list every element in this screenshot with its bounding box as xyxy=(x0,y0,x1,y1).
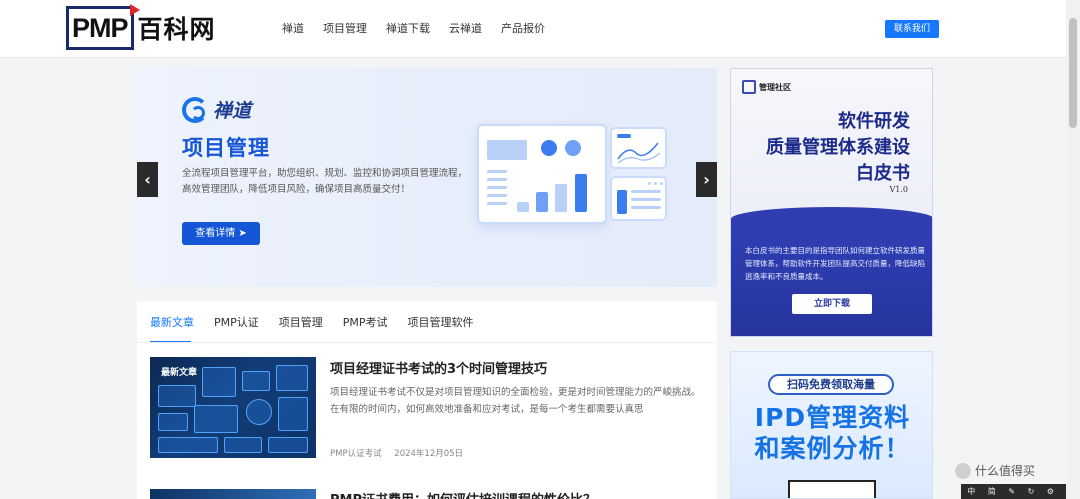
illustration-list-card xyxy=(610,176,667,221)
post-title[interactable]: 项目经理证书考试的3个时间管理技巧 xyxy=(330,358,547,377)
watermark-logo-icon xyxy=(955,462,971,479)
banner-title: 项目管理 xyxy=(182,136,270,160)
post-thumbnail-2[interactable] xyxy=(150,489,316,499)
nav-item-cloud[interactable]: 云禅道 xyxy=(449,20,482,38)
tab-pmp-cert[interactable]: PMP认证 xyxy=(214,314,259,343)
toolbar-simplified-button[interactable]: 简 xyxy=(988,486,996,497)
whitepaper-title-line2: 质量管理体系建设 xyxy=(766,137,910,158)
contact-us-button[interactable]: 联系我们 xyxy=(885,20,939,38)
community-logo-icon xyxy=(742,80,756,94)
toolbar-refresh-icon[interactable]: ↻ xyxy=(1028,487,1035,496)
carousel-prev-button[interactable]: ‹ xyxy=(137,162,158,197)
nav-item-project-management[interactable]: 项目管理 xyxy=(323,20,367,38)
ipd-resources-ad[interactable]: 扫码免费领取海量 IPD管理资料 和案例分析！ xyxy=(730,351,933,499)
download-now-button[interactable]: 立即下载 xyxy=(792,294,872,314)
illustration-line-card xyxy=(610,127,667,169)
banner-brand-logo: 禅道 xyxy=(182,96,251,123)
watermark-text: 什么值得买 xyxy=(975,464,1036,478)
whitepaper-title-line3: 白皮书 xyxy=(856,163,910,184)
banner-description: 全流程项目管理平台，助您组织、规划、监控和协调项目管理流程，高效管理团队，降低项… xyxy=(182,168,468,195)
view-details-button[interactable]: 查看详情 ➤ xyxy=(182,222,260,245)
ad-community-logo: 管理社区 xyxy=(742,80,791,94)
toolbar-settings-icon[interactable]: ⚙ xyxy=(1047,487,1054,496)
toolbar-lang-button[interactable]: 中 xyxy=(967,486,975,497)
post-thumbnail[interactable]: 最新文章 xyxy=(150,357,316,458)
logo-flag-icon xyxy=(129,3,140,16)
whitepaper-title: 软件研发 质量管理体系建设 白皮书 xyxy=(766,109,910,187)
post-excerpt: 项目经理证书考试不仅是对项目管理知识的全面检验，更是对时间管理能力的严峻挑战。在… xyxy=(330,387,701,415)
tab-latest[interactable]: 最新文章 xyxy=(150,314,194,343)
site-logo[interactable]: PMP 百科网 xyxy=(66,3,216,52)
post-date: 2024年12月05日 xyxy=(394,449,464,459)
whitepaper-version: V1.0 xyxy=(889,185,909,194)
scrollbar-thumb[interactable] xyxy=(1069,18,1077,128)
carousel-next-button[interactable]: › xyxy=(696,162,717,197)
tabs-divider xyxy=(137,342,717,343)
tab-project-management[interactable]: 项目管理 xyxy=(279,314,323,343)
hero-carousel: 禅道 项目管理 全流程项目管理平台，助您组织、规划、监控和协调项目管理流程，高效… xyxy=(137,68,717,287)
logo-pmp-text: PMP xyxy=(72,12,129,43)
nav-item-download[interactable]: 禅道下载 xyxy=(386,20,430,38)
whitepaper-description: 本白皮书的主要目的是指导团队如何建立软件研发质量管理体系，帮助软件开发团队提高交… xyxy=(745,246,925,281)
post-meta: PMP认证考试 2024年12月05日 xyxy=(330,447,473,459)
whitepaper-ad[interactable]: 管理社区 软件研发 质量管理体系建设 白皮书 V1.0 本白皮书的主要目的是指导… xyxy=(730,68,933,337)
logo-text: 百科网 xyxy=(137,14,216,44)
main-nav: 禅道 项目管理 禅道下载 云禅道 产品报价 xyxy=(282,20,564,38)
article-tabs: 最新文章 PMP认证 项目管理 PMP考试 项目管理软件 xyxy=(150,314,494,343)
illustration-main-card xyxy=(477,124,607,224)
floating-toolbar: 中 简 ✎ ↻ ⚙ ☰ xyxy=(961,484,1080,499)
whitepaper-title-line1: 软件研发 xyxy=(838,111,910,132)
tab-pm-software[interactable]: 项目管理软件 xyxy=(408,314,474,343)
post-title-2[interactable]: PMP证书费用：如何评估培训课程的性价比？ xyxy=(330,489,596,499)
ipd-ad-headline: IPD管理资料 和案例分析！ xyxy=(731,402,932,464)
banner-brand-text: 禅道 xyxy=(213,100,252,122)
page-scrollbar[interactable] xyxy=(1066,0,1080,499)
article-list-section: 最新文章 PMP认证 项目管理 PMP考试 项目管理软件 最新文章 项目经理证书… xyxy=(137,301,717,499)
nav-item-chandao[interactable]: 禅道 xyxy=(282,20,304,38)
swirl-logo-icon xyxy=(182,96,208,123)
logo-pmp-mark: PMP xyxy=(66,3,140,50)
ad-wave-decoration xyxy=(731,207,932,247)
tab-pmp-exam[interactable]: PMP考试 xyxy=(343,314,388,343)
toolbar-edit-icon[interactable]: ✎ xyxy=(1008,487,1015,496)
thumbnail-label: 最新文章 xyxy=(161,368,198,378)
ipd-ad-headline-line2: 和案例分析！ xyxy=(754,434,911,463)
nav-item-pricing[interactable]: 产品报价 xyxy=(501,20,545,38)
ad-community-logo-text: 管理社区 xyxy=(759,82,791,92)
dashboard-illustration xyxy=(477,124,677,229)
site-header: PMP 百科网 禅道 项目管理 禅道下载 云禅道 产品报价 联系我们 xyxy=(0,0,1080,58)
ipd-ad-headline-line1: IPD管理资料 xyxy=(754,403,911,432)
site-watermark: 什么值得买 xyxy=(955,462,1035,479)
qr-code-icon xyxy=(788,480,876,498)
ipd-ad-pill: 扫码免费领取海量 xyxy=(768,374,894,395)
post-category[interactable]: PMP认证考试 xyxy=(330,449,382,459)
